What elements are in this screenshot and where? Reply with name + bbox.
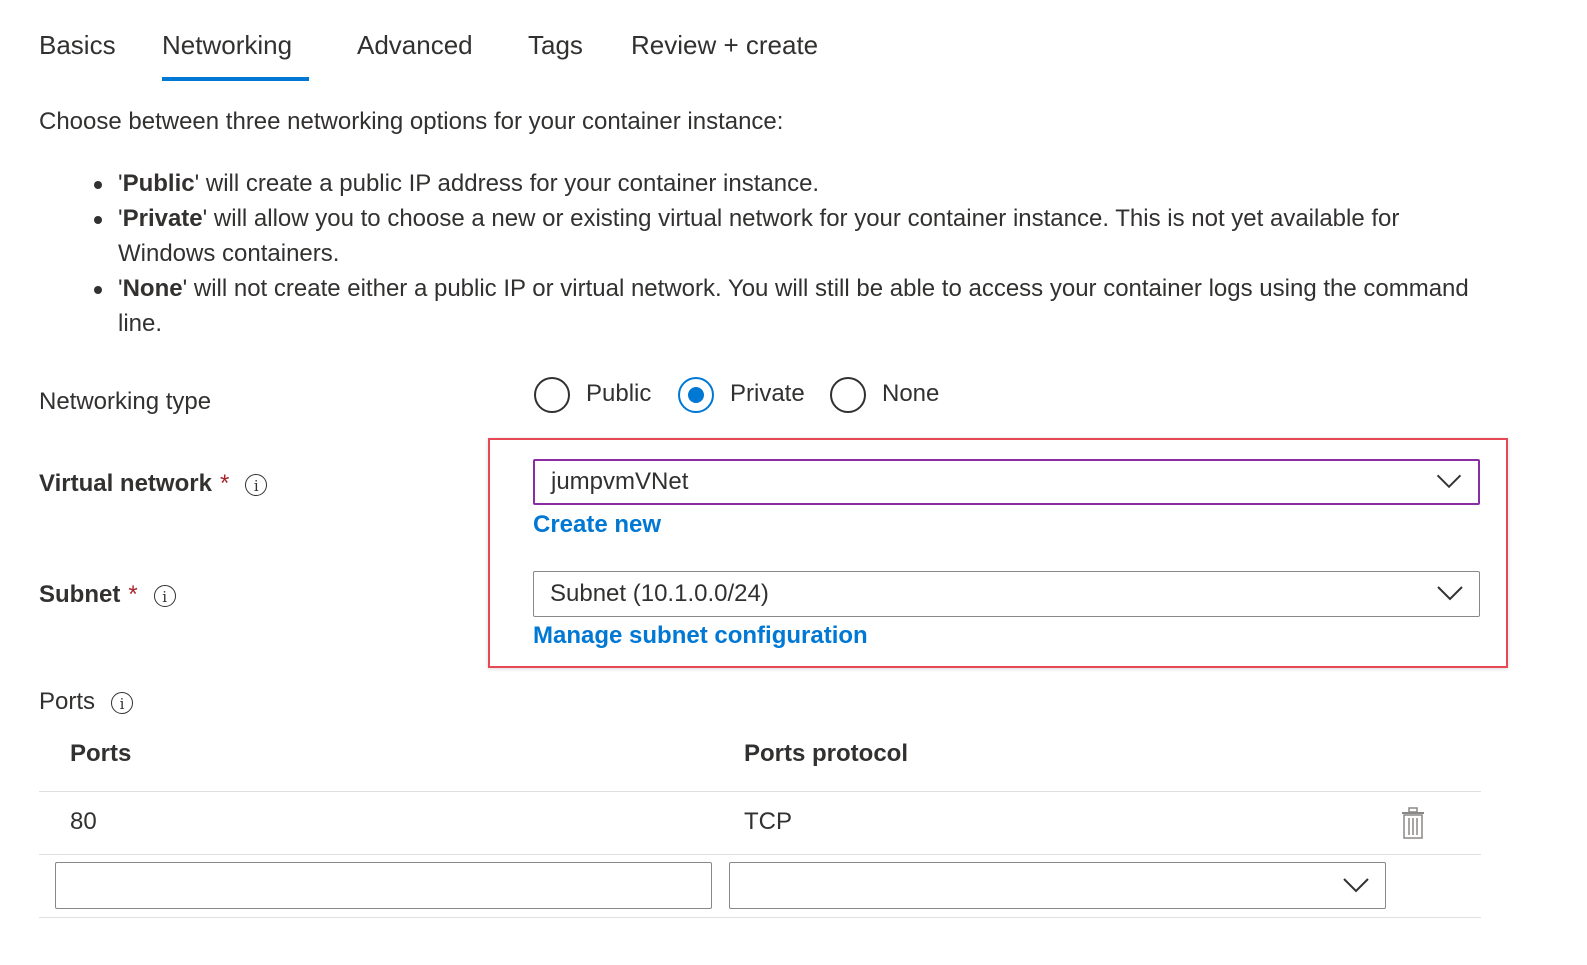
bullet-option-name: Private (122, 205, 203, 232)
divider (39, 854, 1481, 855)
column-header-protocol: Ports protocol (744, 740, 909, 767)
radio-public[interactable] (534, 377, 570, 413)
column-header-ports: Ports (70, 740, 132, 767)
subnet-label-text: Subnet (39, 581, 121, 608)
virtual-network-label: Virtual network * i (39, 470, 268, 498)
bullet-option-name: None (122, 275, 183, 302)
chevron-down-icon (1343, 878, 1369, 893)
bullet-text: will allow you to choose a new or existi… (118, 205, 1400, 267)
virtual-network-label-text: Virtual network (39, 470, 212, 497)
new-protocol-dropdown[interactable] (729, 862, 1386, 909)
divider (39, 917, 1481, 918)
protocol-cell: TCP (744, 808, 792, 835)
info-icon[interactable]: i (111, 691, 134, 714)
bullet-text: will create a public IP address for your… (199, 170, 820, 197)
virtual-network-value: jumpvmVNet (551, 468, 689, 495)
trash-icon[interactable] (1399, 806, 1427, 840)
virtual-network-dropdown[interactable]: jumpvmVNet (533, 459, 1480, 505)
required-asterisk: * (219, 470, 230, 497)
subnet-value: Subnet (10.1.0.0/24) (550, 580, 769, 607)
active-tab-indicator (162, 77, 309, 81)
radio-none[interactable] (830, 377, 866, 413)
required-asterisk: * (128, 581, 138, 608)
subnet-dropdown[interactable]: Subnet (10.1.0.0/24) (533, 571, 1480, 617)
list-item: 'None' will not create either a public I… (88, 271, 1478, 341)
list-item: 'Private' will allow you to choose a new… (88, 201, 1478, 271)
chevron-down-icon (1437, 586, 1463, 601)
radio-none-label[interactable]: None (882, 380, 939, 408)
subnet-label: Subnet * i (39, 581, 176, 609)
radio-private-label[interactable]: Private (730, 380, 805, 408)
networking-type-label: Networking type (39, 388, 212, 415)
tab-advanced[interactable]: Advanced (357, 30, 473, 61)
manage-subnet-link[interactable]: Manage subnet configuration (533, 622, 868, 650)
ports-section-label: Ports i (39, 688, 134, 716)
divider (39, 791, 1481, 792)
tab-tags[interactable]: Tags (528, 30, 583, 61)
bullet-text: will not create either a public IP or vi… (118, 275, 1469, 337)
ports-label-text: Ports (39, 688, 96, 715)
port-cell: 80 (70, 808, 97, 835)
bullet-option-name: Public (122, 170, 195, 197)
list-item: 'Public' will create a public IP address… (88, 166, 1478, 201)
info-icon[interactable]: i (245, 473, 268, 496)
radio-private[interactable] (678, 377, 714, 413)
tab-networking[interactable]: Networking (162, 30, 292, 61)
option-bullet-list: 'Public' will create a public IP address… (88, 166, 1478, 341)
info-icon[interactable]: i (153, 584, 176, 607)
new-port-input[interactable] (55, 862, 712, 909)
radio-public-label[interactable]: Public (586, 380, 651, 408)
intro-text: Choose between three networking options … (39, 108, 784, 135)
tab-review-create[interactable]: Review + create (631, 30, 818, 61)
chevron-down-icon (1436, 474, 1462, 489)
tab-basics[interactable]: Basics (39, 30, 116, 61)
create-new-link[interactable]: Create new (533, 511, 661, 539)
